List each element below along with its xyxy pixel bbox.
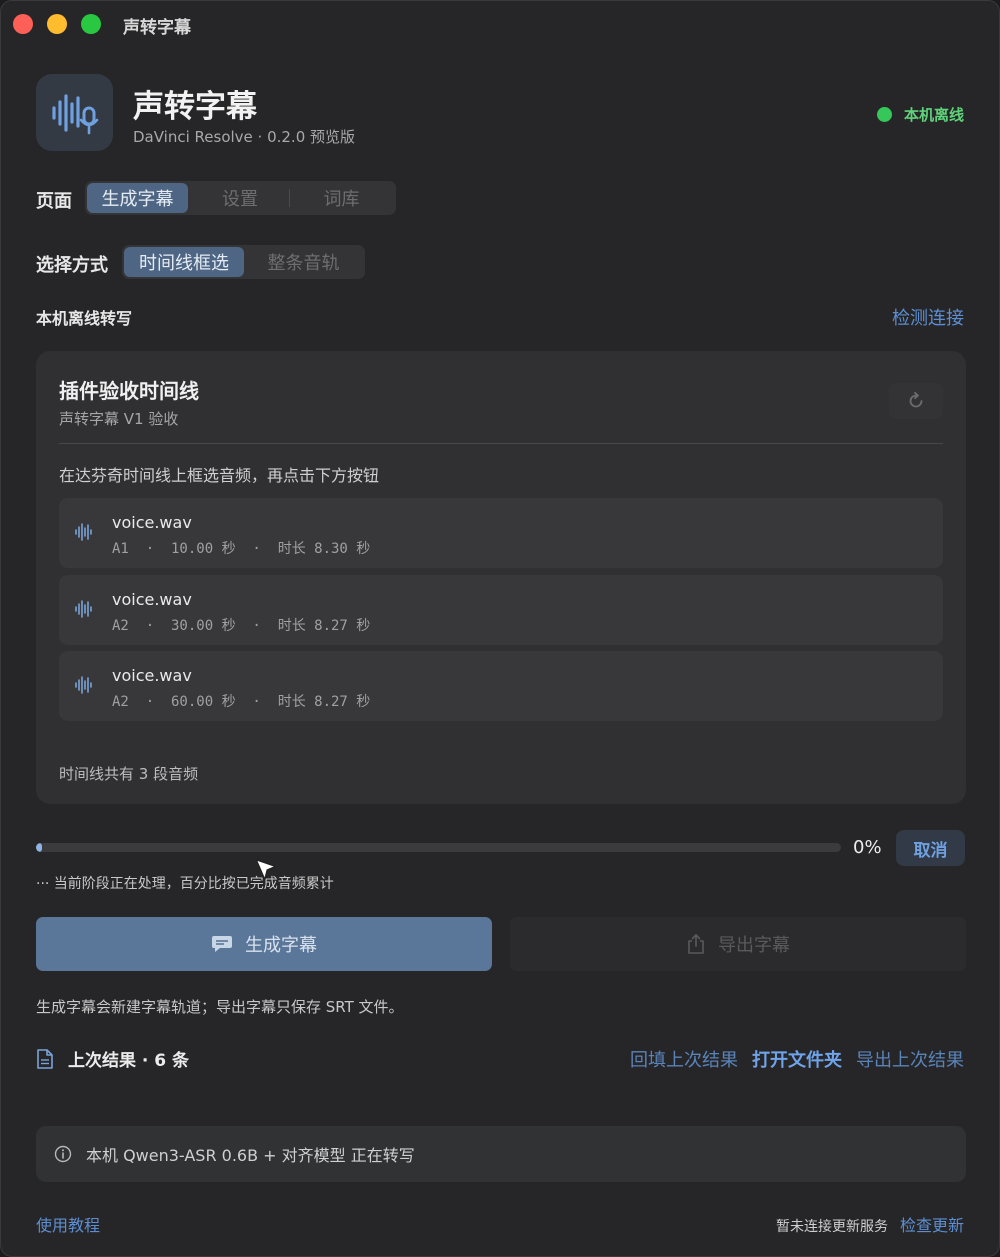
check-update-link[interactable]: 检查更新 [900, 1212, 964, 1236]
tab-settings[interactable]: 设置 [191, 183, 289, 213]
clip-meta: A2 · 60.00 秒 · 时长 8.27 秒 [112, 694, 371, 710]
generate-subtitles-button[interactable]: 生成字幕 [36, 917, 492, 971]
select-mode-label: 选择方式 [36, 255, 108, 276]
minimize-window-button[interactable] [47, 14, 67, 34]
page-label: 页面 [36, 191, 72, 212]
clip-item[interactable]: voice.wav A1 · 10.00 秒 · 时长 8.30 秒 [59, 498, 943, 568]
progress-fill [36, 843, 42, 852]
waveform-icon [75, 676, 92, 694]
card-hint: 在达芬奇时间线上框选音频，再点击下方按钮 [59, 466, 380, 485]
mode-timeline-selection[interactable]: 时间线框选 [124, 247, 244, 277]
waveform-icon [75, 523, 92, 541]
engine-info-text: 本机 Qwen3-ASR 0.6B + 对齐模型 正在转写 [86, 1146, 415, 1165]
generate-label: 生成字幕 [245, 935, 317, 956]
export-label: 导出字幕 [718, 935, 790, 956]
progress-note: ··· 当前阶段正在处理，百分比按已完成音频累计 [36, 876, 334, 892]
clip-item[interactable]: voice.wav A2 · 30.00 秒 · 时长 8.27 秒 [59, 575, 943, 645]
detect-connection-link[interactable]: 检测连接 [892, 304, 964, 330]
card-divider [59, 443, 943, 444]
clip-item[interactable]: voice.wav A2 · 60.00 秒 · 时长 8.27 秒 [59, 651, 943, 721]
progress-bar [36, 843, 841, 852]
close-window-button[interactable] [13, 14, 33, 34]
app-window: 声转字幕 声转字幕 DaVinci Resolve · 0.2.0 预览版 本机… [0, 0, 1000, 1257]
refill-last-result-link[interactable]: 回填上次结果 [630, 1046, 738, 1072]
info-icon [54, 1145, 72, 1163]
clip-name: voice.wav [112, 666, 192, 685]
connection-status: 本机离线 [876, 104, 964, 125]
waveform-icon [75, 600, 92, 618]
update-area: 暂未连接更新服务 检查更新 [776, 1212, 964, 1236]
progress-percent: 0% [853, 837, 882, 858]
open-folder-link[interactable]: 打开文件夹 [752, 1046, 842, 1072]
update-status: 暂未连接更新服务 [775, 1219, 888, 1235]
clip-meta: A2 · 30.00 秒 · 时长 8.27 秒 [112, 618, 371, 634]
document-icon [37, 1048, 53, 1069]
last-result-text: 上次结果 · 6 条 [68, 1051, 190, 1071]
card-title: 插件验收时间线 [59, 379, 199, 403]
section-label: 本机离线转写 [36, 309, 133, 328]
mode-whole-track[interactable]: 整条音轨 [244, 247, 363, 277]
tab-dictionary[interactable]: 词库 [290, 183, 393, 213]
title-bar: 声转字幕 [1, 1, 999, 47]
app-name: 声转字幕 [133, 89, 257, 125]
status-text: 本机离线 [903, 106, 964, 124]
engine-info-bar: 本机 Qwen3-ASR 0.6B + 对齐模型 正在转写 [36, 1126, 966, 1182]
tutorial-link[interactable]: 使用教程 [36, 1212, 100, 1236]
card-subtitle: 声转字幕 V1 验收 [59, 410, 179, 428]
page-tabs: 生成字幕 设置 词库 [85, 181, 396, 215]
mouse-cursor-icon [255, 859, 277, 881]
result-links: 回填上次结果 打开文件夹 导出上次结果 [630, 1046, 964, 1072]
tab-generate[interactable]: 生成字幕 [87, 183, 188, 213]
export-last-result-link[interactable]: 导出上次结果 [856, 1046, 964, 1072]
refresh-icon [909, 391, 923, 408]
refresh-button[interactable] [889, 383, 943, 419]
waveform-mic-icon [36, 74, 113, 151]
status-dot-icon [876, 107, 892, 122]
chat-bubble-icon [212, 936, 232, 952]
select-mode-tabs: 时间线框选 整条音轨 [122, 245, 365, 279]
export-subtitles-button[interactable]: 导出字幕 [510, 917, 966, 971]
share-icon [688, 934, 704, 954]
action-note: 生成字幕会新建字幕轨道；导出字幕只保存 SRT 文件。 [36, 998, 404, 1016]
app-subtitle: DaVinci Resolve · 0.2.0 预览版 [133, 128, 356, 146]
clip-count: 时间线共有 3 段音频 [59, 765, 199, 783]
timeline-card: 插件验收时间线 声转字幕 V1 验收 在达芬奇时间线上框选音频，再点击下方按钮 … [36, 351, 966, 804]
last-result: 上次结果 · 6 条 [36, 1046, 189, 1071]
zoom-window-button[interactable] [81, 14, 101, 34]
clip-name: voice.wav [112, 513, 192, 532]
clip-meta: A1 · 10.00 秒 · 时长 8.30 秒 [112, 541, 371, 557]
cancel-button[interactable]: 取消 [896, 830, 965, 866]
clip-name: voice.wav [112, 590, 192, 609]
window-title: 声转字幕 [123, 18, 191, 38]
